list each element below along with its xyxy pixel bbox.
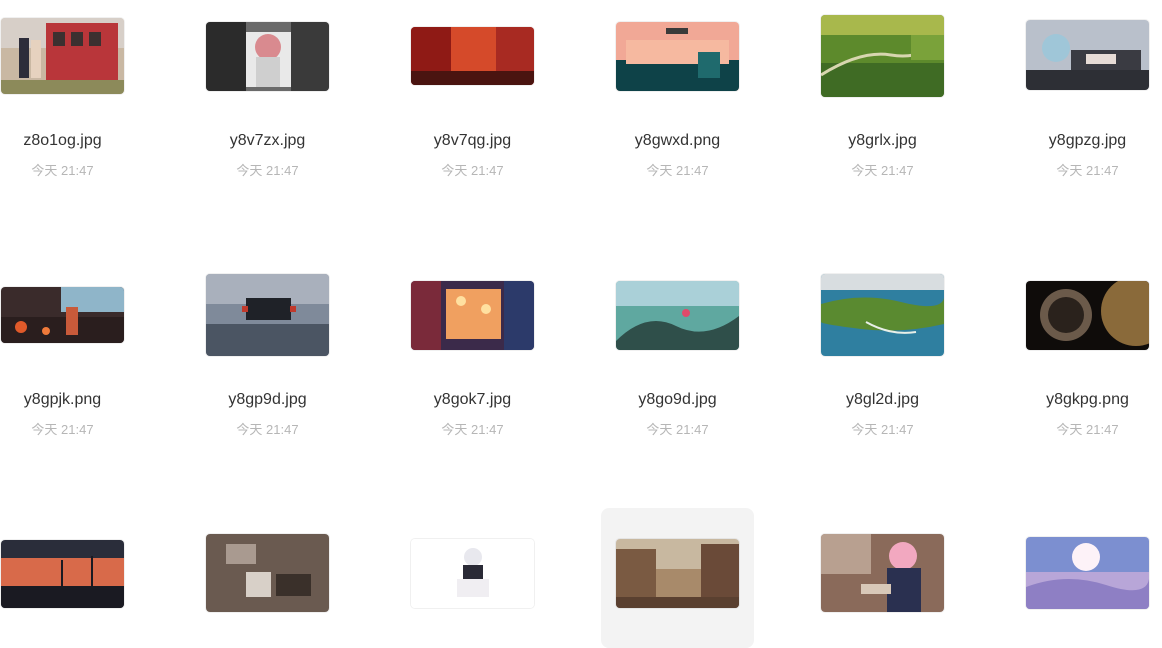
file-date: 今天 21:47 [1056,422,1119,437]
file-thumbnail[interactable] [1,18,124,94]
file-name[interactable]: y8gl2d.jpg [820,391,945,409]
file-thumbnail[interactable] [616,281,739,350]
file-name[interactable]: z8o1og.jpg [0,132,125,150]
file-thumbnail[interactable] [821,15,944,97]
file-date: 今天 21:47 [646,422,709,437]
file-date: 今天 21:47 [236,163,299,178]
file-thumbnail[interactable] [821,534,944,612]
file-thumbnail[interactable] [616,22,739,91]
file-tile-hovered[interactable] [601,508,754,648]
file-date: 今天 21:47 [851,422,914,437]
file-date: 今天 21:47 [851,163,914,178]
file-thumbnail[interactable] [206,534,329,612]
file-thumbnail[interactable] [1026,281,1149,350]
file-thumbnail[interactable] [1026,537,1149,609]
file-date: 今天 21:47 [441,163,504,178]
file-thumbnail[interactable] [411,539,534,608]
file-thumbnail[interactable] [411,281,534,350]
file-thumbnail[interactable] [206,22,329,91]
file-thumbnail[interactable] [616,539,739,608]
file-grid: z8o1og.jpg 今天 21:47 y8v7zx.jpg 今天 21:47 … [0,0,1162,648]
file-date: 今天 21:47 [31,422,94,437]
file-thumbnail[interactable] [1,540,124,608]
file-name[interactable]: y8gkpg.png [1025,391,1150,409]
file-date: 今天 21:47 [236,422,299,437]
file-thumbnail[interactable] [411,27,534,85]
file-name[interactable]: y8v7zx.jpg [205,132,330,150]
file-thumbnail[interactable] [821,274,944,356]
file-date: 今天 21:47 [1056,163,1119,178]
file-thumbnail[interactable] [1026,20,1149,90]
file-name[interactable]: y8go9d.jpg [615,391,740,409]
file-thumbnail[interactable] [206,274,329,356]
file-thumbnail[interactable] [1,287,124,343]
file-name[interactable]: y8gpzg.jpg [1025,132,1150,150]
file-name[interactable]: y8gok7.jpg [410,391,535,409]
file-date: 今天 21:47 [31,163,94,178]
file-name[interactable]: y8gwxd.png [615,132,740,150]
file-date: 今天 21:47 [646,163,709,178]
file-name[interactable]: y8grlx.jpg [820,132,945,150]
file-date: 今天 21:47 [441,422,504,437]
file-name[interactable]: y8v7qg.jpg [410,132,535,150]
file-name[interactable]: y8gp9d.jpg [205,391,330,409]
file-name[interactable]: y8gpjk.png [0,391,125,409]
